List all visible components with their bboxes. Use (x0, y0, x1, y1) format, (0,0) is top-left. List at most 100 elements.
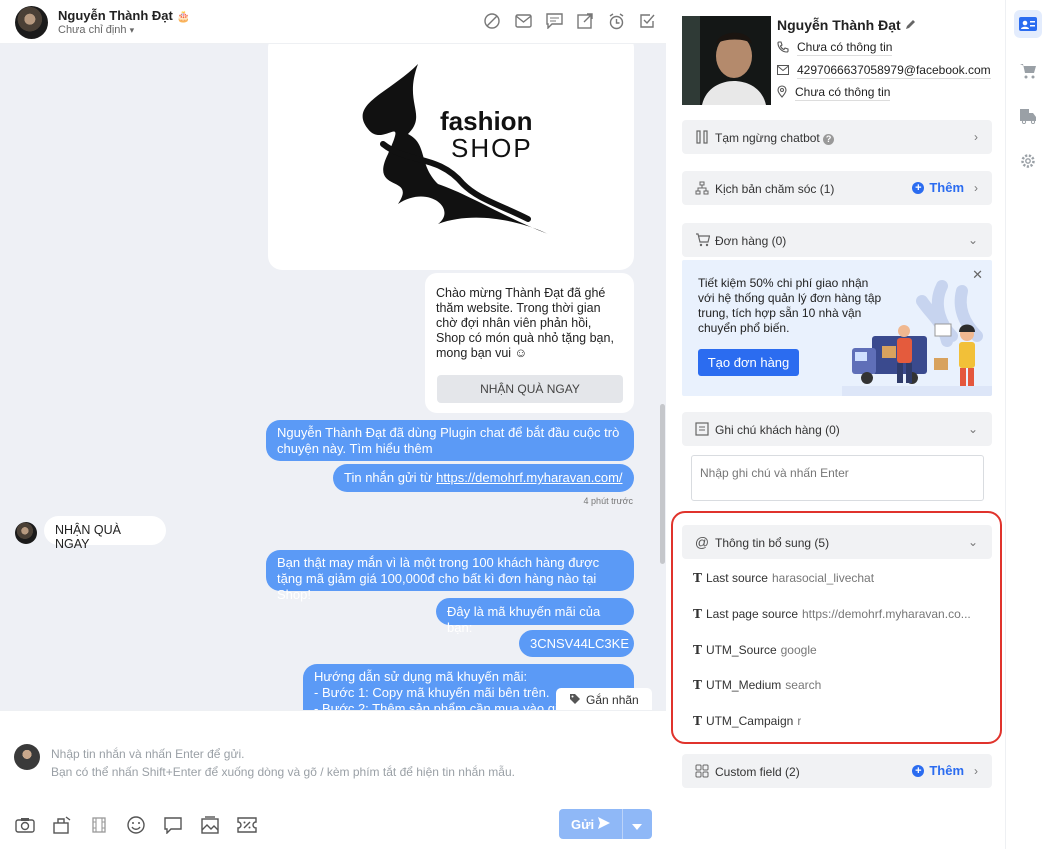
plugin-message: Nguyễn Thành Đạt đã dùng Plugin chat để … (266, 420, 634, 461)
source-message: Tin nhắn gửi từ https://demohrf.myharava… (333, 464, 634, 492)
chat-panel: Nguyễn Thành Đạt 🎂 Chưa chỉ định ▾ fashi… (0, 0, 666, 849)
location-pin-icon (777, 85, 787, 101)
send-label: Gửi (571, 817, 595, 832)
customer-name-text: Nguyễn Thành Đạt (777, 17, 901, 33)
notes-title: Ghi chú khách hàng (0) (715, 423, 840, 437)
mail-icon[interactable] (514, 12, 532, 30)
grid-icon (694, 763, 710, 779)
chevron-right-icon: › (974, 181, 978, 195)
message-icon[interactable] (545, 12, 563, 30)
image-icon[interactable] (199, 814, 221, 836)
customer-message-text: NHẬN QUÀ NGAY (55, 523, 121, 551)
notes-section[interactable]: Ghi chú khách hàng (0) ⌄ (682, 412, 992, 446)
add-custom-field-button[interactable]: + Thêm (912, 763, 964, 778)
highlight-annotation (671, 511, 1002, 744)
customer-email: 4297066637058979@facebook.com (777, 63, 991, 79)
code-intro-message: Đây là mã khuyến mãi của bạn: (436, 598, 634, 635)
customer-name: Nguyễn Thành Đạt (777, 17, 916, 33)
chevron-right-icon: › (974, 764, 978, 778)
mail-icon (777, 64, 789, 78)
welcome-text: Chào mừng Thành Đạt đã ghé thăm website.… (436, 286, 614, 360)
video-icon[interactable] (88, 814, 110, 836)
customer-phone-value[interactable]: Chưa có thông tin (797, 40, 893, 56)
customer-avatar[interactable] (15, 6, 48, 39)
customer-message-avatar (15, 522, 37, 544)
message-input-hint: Bạn có thể nhấn Shift+Enter để xuống dòn… (51, 765, 515, 779)
product-icon[interactable] (51, 814, 73, 836)
custom-field-title: Custom field (2) (715, 765, 800, 779)
care-script-section[interactable]: Kịch bản chăm sóc (1) + Thêm › (682, 171, 992, 205)
message-input[interactable]: Nhập tin nhắn và nhấn Enter để gửi. (51, 747, 245, 761)
contact-card-icon[interactable] (1014, 10, 1042, 38)
check-square-icon[interactable] (638, 12, 656, 30)
customer-message: NHẬN QUÀ NGAY (44, 516, 166, 551)
right-rail (1005, 0, 1048, 849)
delivery-icon[interactable] (1014, 102, 1042, 130)
customer-address-value[interactable]: Chưa có thông tin (795, 85, 891, 101)
edit-icon[interactable] (905, 17, 916, 33)
pause-icon (694, 129, 710, 145)
logo-text-shop: SHOP (451, 133, 533, 163)
orders-section[interactable]: Đơn hàng (0) ⌄ (682, 223, 992, 257)
chevron-down-icon: ⌄ (967, 233, 978, 247)
create-order-button[interactable]: Tạo đơn hàng (698, 349, 799, 376)
external-link-icon[interactable] (576, 12, 594, 30)
chat-scrollbar[interactable] (660, 404, 665, 564)
customer-email-value[interactable]: 4297066637058979@facebook.com (797, 63, 991, 79)
block-icon[interactable] (483, 12, 501, 30)
agent-avatar (14, 744, 40, 770)
cart-icon[interactable] (1014, 57, 1042, 85)
delivery-illustration (842, 280, 992, 396)
source-prefix: Tin nhắn gửi từ (344, 470, 437, 485)
guide-line-1: Hướng dẫn sử dụng mã khuyến mãi: (314, 669, 528, 684)
tag-button-label: Gắn nhãn (586, 693, 639, 707)
fashion-shop-image[interactable]: fashion SHOP (268, 44, 634, 270)
tag-button[interactable]: Gắn nhãn (556, 688, 652, 712)
send-button[interactable]: Gửi (559, 809, 652, 839)
sitemap-icon (694, 180, 710, 196)
lucky-message: Bạn thật may mắn vì là một trong 100 khá… (266, 550, 634, 602)
plugin-message-text: Nguyễn Thành Đạt đã dùng Plugin chat để … (277, 425, 620, 456)
source-link[interactable]: https://demohrf.myharavan.com/ (436, 470, 622, 485)
chat-actions (483, 12, 656, 30)
add-care-script-button[interactable]: + Thêm (912, 180, 964, 195)
add-label: Thêm (929, 180, 964, 195)
emoji-icon[interactable] (125, 814, 147, 836)
message-list[interactable]: fashion SHOP Chào mừng Thành Đạt đã ghé … (0, 44, 666, 710)
gear-icon[interactable] (1014, 147, 1042, 175)
message-timestamp: 4 phút trước (583, 496, 633, 506)
chevron-down-icon: ⌄ (967, 422, 978, 436)
gift-button[interactable]: NHẬN QUÀ NGAY (437, 375, 623, 403)
add-label: Thêm (929, 763, 964, 778)
custom-field-section[interactable]: Custom field (2) + Thêm › (682, 754, 992, 788)
send-options-chevron-icon[interactable] (631, 819, 643, 834)
cart-icon (694, 232, 710, 248)
code-message: 3CNSV44LC3KE (519, 630, 634, 657)
customer-photo (682, 16, 771, 105)
template-message-icon[interactable] (162, 814, 184, 836)
tag-icon (569, 693, 581, 708)
assignee-dropdown[interactable]: Chưa chỉ định ▾ (58, 24, 134, 36)
chevron-down-icon: ▾ (129, 25, 135, 35)
composer-toolbar (14, 814, 258, 836)
camera-icon[interactable] (14, 814, 36, 836)
care-script-title: Kịch bản chăm sóc (1) (715, 182, 835, 196)
note-icon (694, 421, 710, 437)
birthday-icon: 🎂 (176, 11, 191, 23)
help-icon[interactable]: ? (823, 134, 835, 145)
chat-customer-name-text: Nguyễn Thành Đạt (58, 8, 173, 23)
chatbot-section[interactable]: Tạm ngừng chatbot ? › (682, 120, 992, 154)
chevron-right-icon: › (974, 130, 978, 144)
chat-customer-name[interactable]: Nguyễn Thành Đạt 🎂 (58, 8, 190, 23)
discount-icon[interactable] (236, 814, 258, 836)
chatbot-title: Tạm ngừng chatbot ? (715, 131, 835, 145)
plus-icon: + (912, 181, 925, 194)
chatbot-title-text: Tạm ngừng chatbot (715, 131, 820, 145)
lucky-message-text: Bạn thật may mắn vì là một trong 100 khá… (277, 555, 600, 602)
chat-header: Nguyễn Thành Đạt 🎂 Chưa chỉ định ▾ (0, 0, 666, 44)
alarm-icon[interactable] (607, 12, 625, 30)
code-text: 3CNSV44LC3KE (530, 636, 629, 651)
note-input[interactable]: Nhập ghi chú và nhấn Enter (691, 455, 984, 501)
customer-phone: Chưa có thông tin (777, 40, 893, 56)
send-icon (597, 816, 611, 833)
